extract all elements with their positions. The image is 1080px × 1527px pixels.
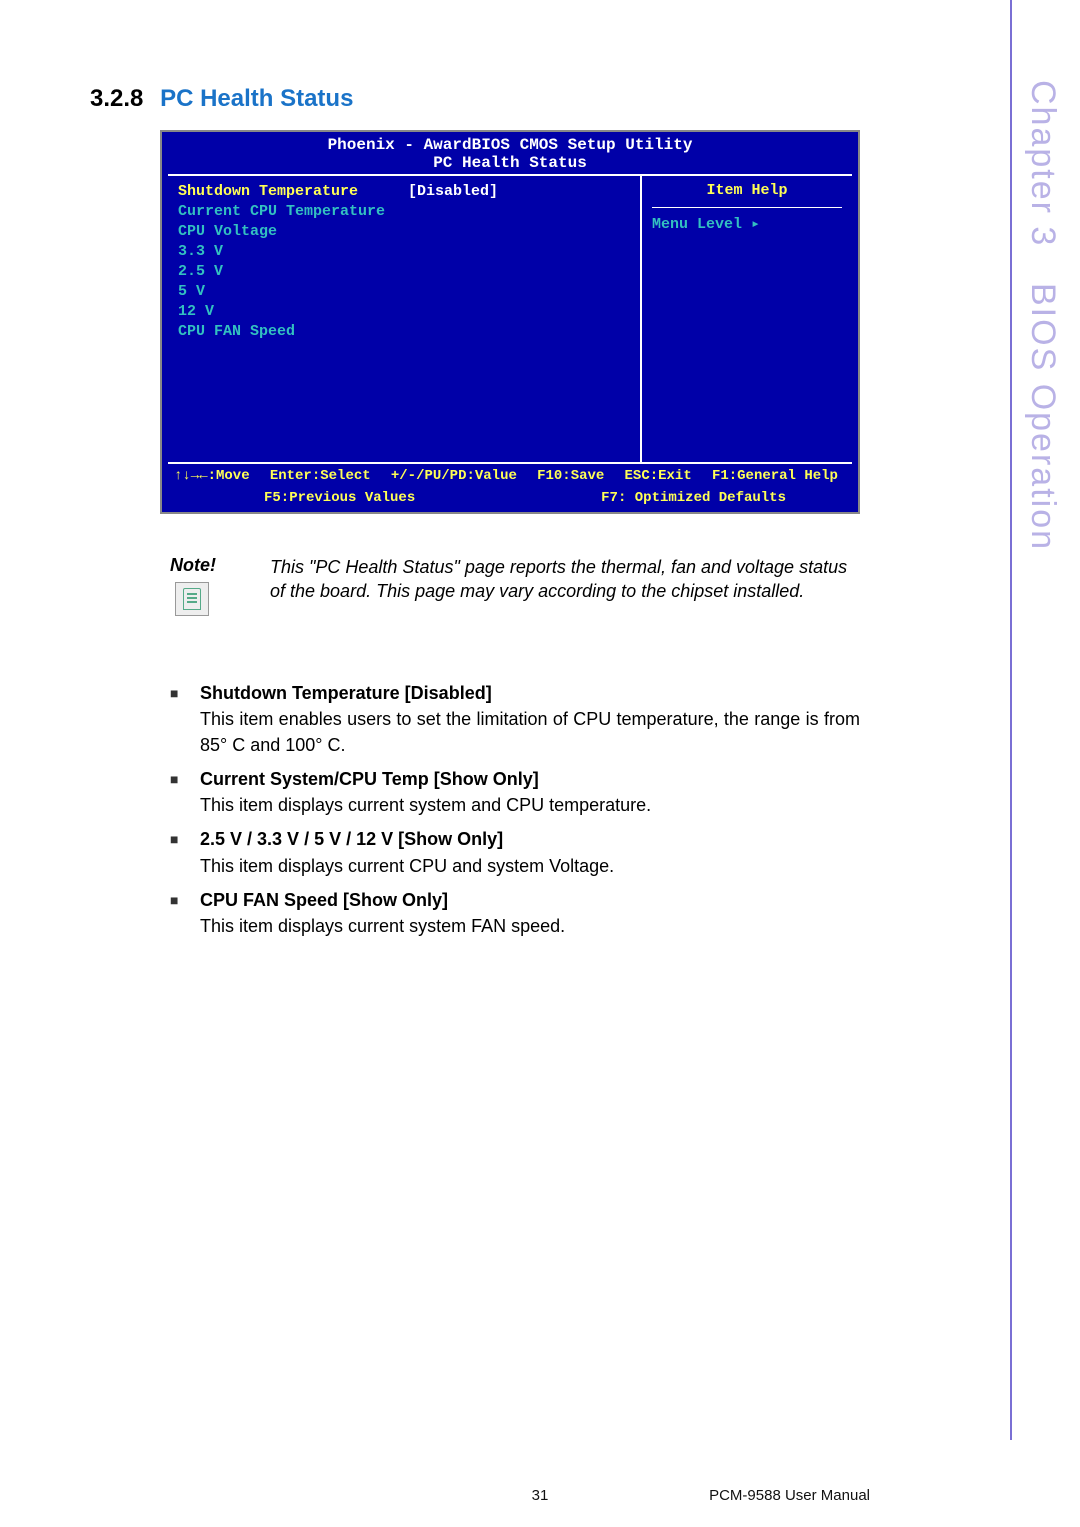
bios-screenshot: Phoenix - AwardBIOS CMOS Setup Utility P… [160,130,860,514]
side-text: Chapter 3 BIOS Operation [1023,80,1062,551]
option-list: ■ Shutdown Temperature [Disabled] This i… [170,680,860,947]
bios-help-header: Item Help [652,182,842,199]
list-item: ■ 2.5 V / 3.3 V / 5 V / 12 V [Show Only]… [170,826,860,878]
item-body: Shutdown Temperature [Disabled] This ite… [200,680,860,758]
bios-footer: ↑↓→←:Move Enter:Select +/-/PU/PD:Value F… [162,464,858,490]
item-head: CPU FAN Speed [Show Only] [200,887,860,913]
side-chapter-label: Chapter 3 [1024,80,1062,247]
list-item: ■ Shutdown Temperature [Disabled] This i… [170,680,860,758]
bios-row: CPU FAN Speed [178,322,630,342]
bullet-icon: ■ [170,826,200,878]
bios-row: 12 V [178,302,630,322]
bios-row: CPU Voltage [178,222,630,242]
item-body: Current System/CPU Temp [Show Only] This… [200,766,860,818]
item-head: 2.5 V / 3.3 V / 5 V / 12 V [Show Only] [200,826,860,852]
page: Chapter 3 BIOS Operation 3.2.8 PC Health… [0,0,1080,1527]
bios-row-label: Shutdown Temperature [178,182,408,202]
bios-row-label: CPU FAN Speed [178,322,295,342]
bios-key-f7: F7: Optimized Defaults [601,490,786,506]
item-body: CPU FAN Speed [Show Only] This item disp… [200,887,860,939]
note-text: This "PC Health Status" page reports the… [270,555,860,604]
bios-key-esc: ESC:Exit [625,468,692,484]
bios-left-pane: Shutdown Temperature [Disabled] Current … [168,176,642,462]
bios-row-value: [Disabled] [408,182,498,202]
manual-name: PCM-9588 User Manual [709,1487,870,1504]
item-desc: This item displays current system FAN sp… [200,913,860,939]
document-icon [183,588,201,610]
bullet-icon: ■ [170,766,200,818]
list-item: ■ CPU FAN Speed [Show Only] This item di… [170,887,860,939]
bios-key-f10: F10:Save [537,468,604,484]
bios-row: 3.3 V [178,242,630,262]
bios-row: 2.5 V [178,262,630,282]
heading-number: 3.2.8 [90,85,143,112]
bios-row-label: Current CPU Temperature [178,202,385,222]
bios-row-label: 3.3 V [178,242,223,262]
list-item: ■ Current System/CPU Temp [Show Only] Th… [170,766,860,818]
bios-footer-2: F5:Previous Values F7: Optimized Default… [162,490,858,512]
bios-right-pane: Item Help Menu Level ▸ [642,176,852,462]
bios-subtitle: PC Health Status [162,154,858,174]
bios-divider [652,207,842,208]
side-title-label: BIOS Operation [1024,283,1062,551]
bios-title: Phoenix - AwardBIOS CMOS Setup Utility [162,132,858,154]
bios-body: Shutdown Temperature [Disabled] Current … [168,174,852,464]
bullet-icon: ■ [170,680,200,758]
note-block: Note! This "PC Health Status" page repor… [170,555,860,604]
bios-key-pupd: +/-/PU/PD:Value [391,468,517,484]
bios-row: Current CPU Temperature [178,202,630,222]
item-head: Current System/CPU Temp [Show Only] [200,766,860,792]
item-head: Shutdown Temperature [Disabled] [200,680,860,706]
bios-row-label: 2.5 V [178,262,223,282]
section-heading: 3.2.8 PC Health Status [90,85,353,113]
item-desc: This item displays current CPU and syste… [200,853,860,879]
bios-menu-level: Menu Level ▸ [652,214,842,233]
side-tab: Chapter 3 BIOS Operation [1010,0,1080,1440]
bios-row-label: CPU Voltage [178,222,277,242]
item-desc: This item displays current system and CP… [200,792,860,818]
note-icon [175,582,209,616]
bullet-icon: ■ [170,887,200,939]
bios-key-f5: F5:Previous Values [264,490,415,506]
bios-key-f1: F1:General Help [712,468,838,484]
bios-row-label: 12 V [178,302,214,322]
bios-row-label: 5 V [178,282,205,302]
bios-key-move: ↑↓→←:Move [174,468,250,484]
bios-key-enter: Enter:Select [270,468,371,484]
item-desc: This item enables users to set the limit… [200,706,860,758]
item-body: 2.5 V / 3.3 V / 5 V / 12 V [Show Only] T… [200,826,860,878]
heading-title: PC Health Status [160,85,353,112]
bios-row: 5 V [178,282,630,302]
page-number: 31 [532,1487,549,1504]
bios-row: Shutdown Temperature [Disabled] [178,182,630,202]
